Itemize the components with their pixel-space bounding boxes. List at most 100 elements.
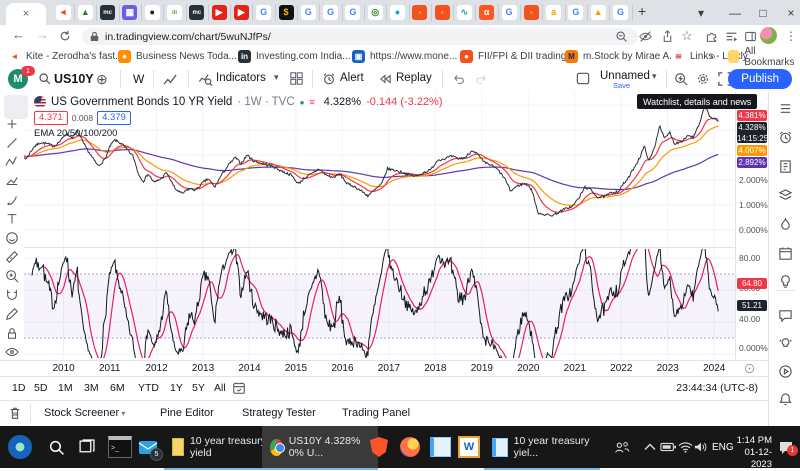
- alert-clock-icon[interactable]: [322, 72, 336, 86]
- tray-clock[interactable]: 1:14 PM 01-12-2023: [730, 435, 772, 471]
- publish-button[interactable]: Publish: [728, 69, 792, 89]
- pinned-tab-2[interactable]: mc: [97, 4, 120, 21]
- start-button[interactable]: [8, 434, 32, 460]
- task-view-icon[interactable]: [78, 434, 95, 460]
- share-icon[interactable]: [658, 27, 676, 45]
- year-tick-2015[interactable]: 2015: [285, 363, 307, 374]
- quick-search-icon[interactable]: [674, 72, 688, 86]
- pinned-tab-12[interactable]: G: [320, 4, 343, 21]
- year-tick-2012[interactable]: 2012: [145, 363, 167, 374]
- chrome-window-button[interactable]: US10Y 4.328% 0% U...: [262, 426, 378, 470]
- timeframe-5D[interactable]: 5D: [34, 382, 47, 394]
- brush-icon[interactable]: [2, 191, 22, 209]
- hotlists-flame-icon[interactable]: [776, 215, 795, 234]
- bookmark-star-icon[interactable]: ☆: [678, 27, 696, 45]
- active-browser-tab[interactable]: ×: [6, 3, 46, 25]
- bookmark-item-1[interactable]: ●Business News Toda...: [118, 49, 237, 64]
- streams-bulb-icon[interactable]: [776, 334, 795, 353]
- back-icon[interactable]: ←: [12, 27, 25, 42]
- alerts-clock-icon[interactable]: [776, 128, 795, 147]
- pinned-tab-23[interactable]: G: [565, 4, 588, 21]
- pinned-tab-9[interactable]: G: [253, 4, 276, 21]
- year-tick-2010[interactable]: 2010: [53, 363, 75, 374]
- indicators-button[interactable]: Indicators: [216, 72, 266, 84]
- pinned-tab-7[interactable]: ▶: [208, 4, 231, 21]
- zoom-page-icon[interactable]: [612, 27, 630, 45]
- brave-icon[interactable]: [370, 434, 388, 460]
- pinned-tab-18[interactable]: ∿: [453, 4, 476, 21]
- chart-type-icon[interactable]: [163, 73, 180, 86]
- pinned-tab-24[interactable]: ▲: [587, 4, 610, 21]
- calendar-icon[interactable]: [776, 244, 795, 263]
- year-tick-2020[interactable]: 2020: [517, 363, 539, 374]
- eye-off-icon[interactable]: [636, 27, 654, 45]
- screener-chevron-icon[interactable]: ▾: [119, 409, 125, 418]
- extensions-puzzle-icon[interactable]: [702, 27, 720, 45]
- taskbar-search-icon[interactable]: [48, 434, 65, 460]
- text-tool-icon[interactable]: [2, 210, 22, 228]
- year-tick-2023[interactable]: 2023: [657, 363, 679, 374]
- timeframe-5Y[interactable]: 5Y: [192, 382, 205, 394]
- chart-area[interactable]: US Government Bonds 10 YR Yield · 1W · T…: [24, 92, 735, 360]
- note-window-button[interactable]: 10 year treasury yield: [164, 426, 275, 470]
- panel-tab-stock-screener[interactable]: Stock Screener ▾: [44, 407, 125, 419]
- trend-line-icon[interactable]: [2, 134, 22, 152]
- pinned-tab-17[interactable]: ◦: [431, 4, 454, 21]
- replay-button[interactable]: Replay: [396, 72, 432, 84]
- reload-icon[interactable]: [56, 27, 74, 45]
- new-tab-button[interactable]: +: [638, 3, 646, 19]
- symbol-title[interactable]: US Government Bonds 10 YR Yield: [51, 96, 232, 108]
- hide-drawings-eye-icon[interactable]: [2, 343, 22, 361]
- remove-drawings-trash-icon[interactable]: [8, 406, 22, 421]
- symbol-search-input[interactable]: US10Y: [54, 72, 94, 86]
- pinned-tab-1[interactable]: ▲: [74, 4, 97, 21]
- timeframe-YTD[interactable]: YTD: [138, 382, 159, 394]
- terminal-icon[interactable]: >_: [108, 434, 132, 460]
- save-button[interactable]: Save: [613, 81, 630, 90]
- symbol-search-icon[interactable]: [38, 72, 51, 85]
- year-tick-2014[interactable]: 2014: [238, 363, 260, 374]
- replay-icon[interactable]: [378, 73, 392, 85]
- forecast-position-icon[interactable]: [2, 172, 22, 190]
- browser-menu-icon[interactable]: ⋮: [782, 27, 800, 45]
- alert-button[interactable]: Alert: [340, 72, 364, 84]
- people-icon[interactable]: [614, 434, 630, 460]
- measure-ruler-icon[interactable]: [2, 248, 22, 266]
- price-axis[interactable]: 2.000%1.000%0.000%80.0060.0040.000.000%4…: [735, 92, 769, 360]
- year-tick-2017[interactable]: 2017: [378, 363, 400, 374]
- pinned-tab-16[interactable]: ◦: [409, 4, 432, 21]
- pinned-tab-0[interactable]: ◄: [52, 4, 75, 21]
- indicator-templates-icon[interactable]: [290, 72, 303, 85]
- year-tick-2016[interactable]: 2016: [331, 363, 353, 374]
- pinned-tab-5[interactable]: ılı: [164, 4, 187, 21]
- go-to-date-calendar-icon[interactable]: [232, 381, 246, 395]
- word-icon[interactable]: W: [458, 434, 480, 460]
- pinned-tab-4[interactable]: ●: [141, 4, 164, 21]
- year-tick-2018[interactable]: 2018: [424, 363, 446, 374]
- panel-tab-trading-panel[interactable]: Trading Panel: [342, 407, 410, 419]
- chat-icon[interactable]: [776, 306, 795, 325]
- pinned-tab-13[interactable]: G: [342, 4, 365, 21]
- app-icon[interactable]: [430, 434, 451, 460]
- pinned-tab-21[interactable]: ◦: [520, 4, 543, 21]
- address-bar[interactable]: in.tradingview.com/chart/5wuNJfPs/: [82, 28, 638, 45]
- pattern-xabcd-icon[interactable]: [2, 153, 22, 171]
- legend-menu-icon[interactable]: ≡: [309, 97, 314, 107]
- pinned-tab-14[interactable]: ◎: [364, 4, 387, 21]
- indicators-icon[interactable]: [198, 72, 213, 86]
- undo-icon[interactable]: [452, 73, 466, 85]
- settings-gear-icon[interactable]: [696, 72, 710, 86]
- bookmarks-overflow-chevrons[interactable]: »: [710, 49, 716, 64]
- indicators-chevron-icon[interactable]: ▾: [274, 72, 279, 83]
- magnet-icon[interactable]: [2, 286, 22, 304]
- doc-window-button[interactable]: 10 year treasury yiel...: [484, 426, 600, 470]
- tray-chevron-icon[interactable]: [644, 434, 656, 460]
- redo-icon[interactable]: [474, 73, 488, 85]
- window-minimize-button[interactable]: —: [722, 0, 748, 25]
- layout-chevron-icon[interactable]: ▾: [652, 71, 657, 82]
- object-tree-layers-icon[interactable]: [776, 186, 795, 205]
- ideas-bulb-icon[interactable]: [776, 272, 795, 291]
- pinned-tab-11[interactable]: G: [297, 4, 320, 21]
- side-panel-icon[interactable]: [741, 27, 759, 45]
- zoom-in-icon[interactable]: [2, 267, 22, 285]
